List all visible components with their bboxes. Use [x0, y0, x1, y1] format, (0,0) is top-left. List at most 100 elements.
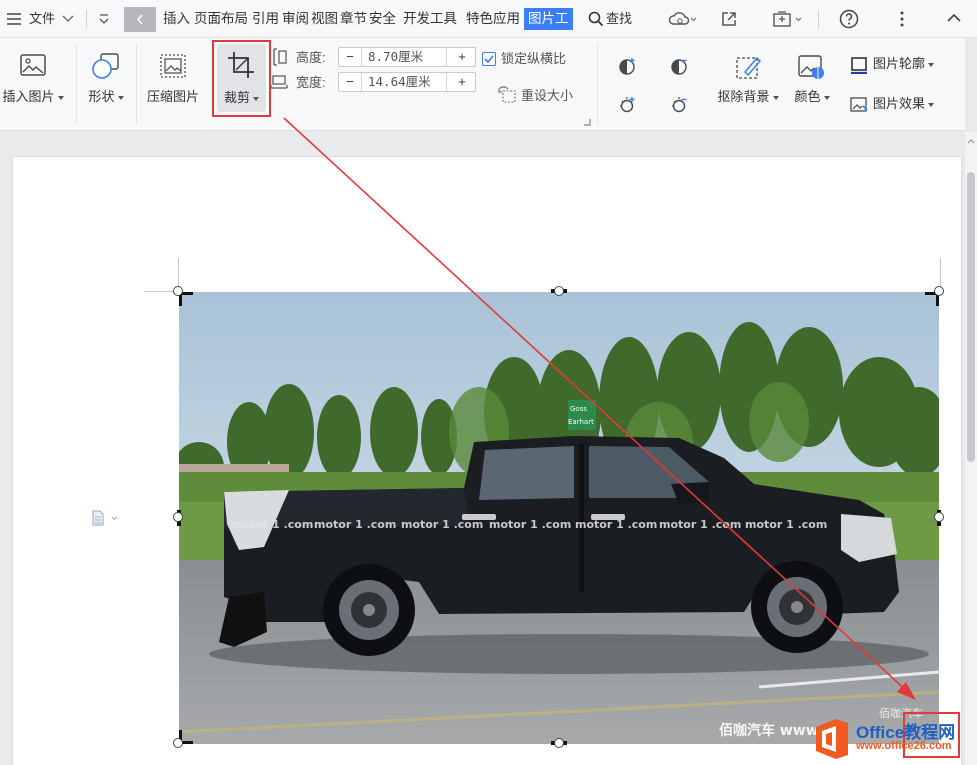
- site-logo: Office教程网 www.office26.com: [812, 714, 977, 765]
- dropdown-caret-icon: [928, 62, 935, 67]
- office-logo-icon: [816, 719, 848, 759]
- chevron-down-icon[interactable]: [62, 15, 74, 23]
- tab-insert[interactable]: 插入: [163, 8, 190, 30]
- lock-aspect-ratio-label[interactable]: 锁定纵横比: [501, 49, 566, 69]
- watermark-motor1: motor 1 .com: [231, 518, 313, 531]
- insert-picture-label: 插入图片: [2, 89, 55, 104]
- site-logo-url: www.office26.com: [856, 740, 952, 752]
- search-label[interactable]: 查找: [606, 9, 632, 29]
- picture-icon: [20, 54, 46, 76]
- dropdown-caret-icon: [57, 95, 64, 100]
- divider: [136, 44, 137, 124]
- collapse-ribbon-icon[interactable]: [946, 12, 962, 24]
- tab-chapter[interactable]: 章节: [340, 8, 367, 30]
- share-icon[interactable]: [720, 10, 738, 28]
- dropdown-caret-icon: [823, 95, 830, 100]
- resize-handle-bottom[interactable]: [554, 738, 564, 748]
- dialog-launcher-icon[interactable]: [584, 119, 591, 126]
- height-increase-button[interactable]: +: [452, 48, 472, 66]
- dropdown-caret-icon: [772, 95, 779, 100]
- tab-scroll-left-button[interactable]: [124, 7, 156, 32]
- paragraph-layout-icon[interactable]: [91, 509, 121, 527]
- divider: [818, 10, 819, 28]
- quick-access-dropdown-icon[interactable]: [98, 13, 110, 25]
- lock-aspect-ratio-checkbox[interactable]: [482, 52, 496, 66]
- tab-review[interactable]: 审阅: [282, 8, 309, 30]
- tab-security[interactable]: 安全: [369, 8, 396, 30]
- compress-picture-label: 压缩图片: [146, 89, 199, 104]
- resize-handle-top[interactable]: [554, 286, 564, 296]
- divider: [597, 44, 598, 124]
- watermark-motor1: motor 1 .com: [575, 518, 657, 531]
- resize-handle-top-right[interactable]: [934, 286, 944, 296]
- wps-writer-window: 文件 插入 页面布局 引用 审阅 视图 章节 安全 开发工具 特色应用 图片工 …: [0, 0, 977, 765]
- road-sign-text: Earhart: [568, 418, 594, 426]
- width-label: 宽度:: [296, 75, 326, 90]
- picture-color-icon: [798, 55, 824, 79]
- scroll-up-icon[interactable]: [967, 138, 975, 144]
- picture-outline-label: 图片轮廓: [873, 56, 926, 71]
- image-watermark: 佰咖汽车 www: [719, 722, 819, 739]
- car-photo[interactable]: Goss Earhart motor 1 .com motor 1 .com m…: [179, 292, 939, 744]
- watermark-motor1: motor 1 .com: [659, 518, 741, 531]
- hamburger-menu-icon[interactable]: [6, 12, 22, 26]
- shape-icon: [92, 53, 119, 79]
- insert-picture-button[interactable]: 插入图片: [0, 48, 66, 118]
- tab-special[interactable]: 特色应用: [466, 8, 520, 30]
- picture-outline-button[interactable]: 图片轮廓: [848, 54, 948, 76]
- resize-handle-right[interactable]: [934, 512, 944, 522]
- tab-developer[interactable]: 开发工具: [403, 8, 457, 30]
- width-field[interactable]: 14.64厘米: [361, 73, 447, 91]
- shape-button[interactable]: 形状: [80, 48, 132, 118]
- vertical-scrollbar[interactable]: [965, 132, 977, 765]
- compress-picture-button[interactable]: 压缩图片: [140, 48, 206, 118]
- car-photo-image: Goss Earhart motor 1 .com motor 1 .com m…: [179, 292, 939, 744]
- compress-picture-icon: [160, 54, 186, 78]
- file-menu[interactable]: 文件: [29, 9, 55, 29]
- reset-size-icon[interactable]: [497, 86, 517, 104]
- height-decrease-button[interactable]: −: [340, 48, 360, 66]
- width-decrease-button[interactable]: −: [340, 73, 360, 91]
- width-stepper[interactable]: − 14.64厘米 +: [338, 72, 476, 92]
- height-field[interactable]: 8.70厘米: [361, 48, 447, 66]
- dropdown-caret-icon: [117, 95, 124, 100]
- resize-handle-top-left[interactable]: [173, 286, 183, 296]
- color-label: 颜色: [794, 89, 821, 104]
- remove-background-button[interactable]: 抠除背景: [713, 48, 783, 118]
- remove-background-icon: [736, 56, 762, 79]
- comment-toggle-icon[interactable]: [772, 10, 804, 28]
- picture-effect-button[interactable]: 图片效果: [848, 94, 948, 116]
- document-icon: [92, 510, 118, 526]
- decrease-contrast-icon[interactable]: [670, 56, 690, 76]
- tab-page-layout[interactable]: 页面布局: [194, 8, 248, 30]
- watermark-motor1: motor 1 .com: [314, 518, 396, 531]
- help-icon[interactable]: [839, 9, 859, 29]
- color-button[interactable]: 颜色: [789, 48, 835, 118]
- tab-picture-tools[interactable]: 图片工: [524, 8, 573, 30]
- decrease-brightness-icon[interactable]: [670, 95, 690, 115]
- chevron-left-icon: [136, 14, 143, 25]
- resize-handle-left[interactable]: [173, 512, 183, 522]
- menu-bar: 文件 插入 页面布局 引用 审阅 视图 章节 安全 开发工具 特色应用 图片工 …: [0, 0, 977, 38]
- resize-handle-bottom-left[interactable]: [173, 738, 183, 748]
- search-icon[interactable]: [588, 11, 604, 27]
- height-icon: [273, 48, 287, 66]
- reset-size-label[interactable]: 重设大小: [521, 86, 573, 106]
- checkmark-icon: [484, 55, 494, 64]
- shape-label: 形状: [88, 89, 115, 104]
- divider: [76, 44, 77, 124]
- width-increase-button[interactable]: +: [452, 73, 472, 91]
- increase-contrast-icon[interactable]: [618, 56, 638, 76]
- height-stepper[interactable]: − 8.70厘米 +: [338, 47, 476, 67]
- increase-brightness-icon[interactable]: [618, 95, 638, 115]
- more-options-icon[interactable]: [899, 11, 905, 27]
- cloud-sync-icon[interactable]: [668, 10, 698, 28]
- remove-background-label: 抠除背景: [717, 89, 770, 104]
- picture-tools-ribbon: 插入图片 形状 压缩图片 裁剪 高度: − 8.70厘米 + 宽度: − 14.…: [0, 38, 965, 131]
- scrollbar-thumb[interactable]: [967, 172, 975, 462]
- tab-references[interactable]: 引用: [252, 8, 279, 30]
- tab-view[interactable]: 视图: [311, 8, 338, 30]
- picture-effect-label: 图片效果: [873, 96, 926, 111]
- watermark-motor1: motor 1 .com: [745, 518, 827, 531]
- dropdown-caret-icon: [928, 102, 935, 107]
